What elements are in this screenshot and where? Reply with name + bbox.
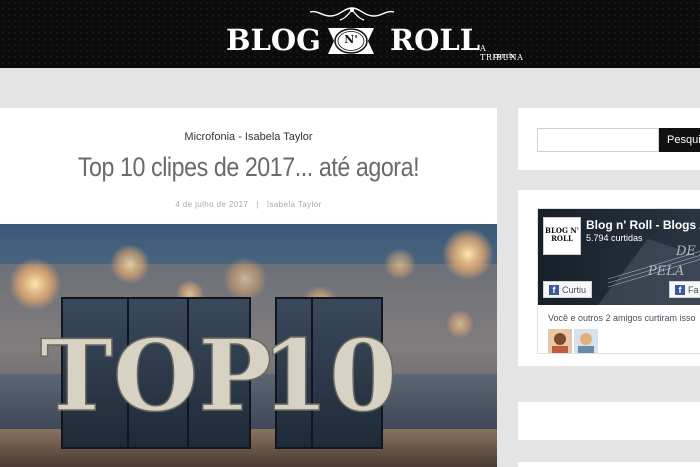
logo-flourish-icon [309, 7, 395, 21]
sidebar-widget-empty [518, 402, 700, 440]
logo-badge-text: N' [344, 33, 358, 46]
facebook-like-count: 5.794 curtidas [586, 233, 643, 243]
friend-avatar-1[interactable] [548, 329, 572, 353]
like-button-label: Curtiu [562, 284, 587, 295]
facebook-share-icon: f [675, 284, 685, 295]
facebook-like-button[interactable]: f Curtiu [543, 281, 593, 298]
post-meta: 4 de julho de 2017 | Isabela Taylor [0, 200, 497, 209]
post-date: 4 de julho de 2017 [175, 200, 249, 209]
image-text-ten: 10 [261, 319, 397, 434]
post-category[interactable]: Microfonia - Isabela Taylor [0, 131, 497, 143]
facebook-widget: DE A PELA BLOG N' ROLL Blog n' Roll - Bl… [518, 190, 700, 366]
post-author[interactable]: Isabela Taylor [267, 200, 322, 209]
cover-text-2: PELA [647, 264, 684, 279]
post-title[interactable]: Top 10 clipes de 2017... até agora! [35, 152, 462, 183]
friend-avatar-2[interactable] [574, 329, 598, 353]
logo-domain: .com.br [492, 53, 516, 60]
avatar-logo-text: BLOG N' ROLL [545, 226, 579, 243]
site-header: BLOG N' ROLL A TRIBUNA .com.br [0, 0, 700, 68]
facebook-icon: f [549, 284, 559, 295]
search-input[interactable] [537, 128, 659, 152]
post-featured-image[interactable]: TOP 10 [0, 224, 497, 467]
logo-text-roll: ROLL [390, 23, 481, 57]
sidebar-widget-empty-2 [518, 462, 700, 467]
facebook-page-avatar[interactable]: BLOG N' ROLL [543, 217, 581, 255]
facebook-page-plugin: DE A PELA BLOG N' ROLL Blog n' Roll - Bl… [537, 208, 700, 354]
facebook-page-name[interactable]: Blog n' Roll - Blogs A [586, 218, 700, 232]
share-button-label: Fa [688, 284, 699, 295]
site-logo[interactable]: BLOG N' ROLL A TRIBUNA .com.br [226, 6, 526, 64]
search-widget: Pesquis [518, 108, 700, 170]
post-card: Microfonia - Isabela Taylor Top 10 clipe… [0, 108, 497, 467]
facebook-friends-text: Você e outros 2 amigos curtiram isso [548, 313, 696, 323]
meta-separator: | [256, 200, 259, 209]
facebook-share-button[interactable]: f Fa [669, 281, 700, 298]
cover-text: DE A [675, 244, 700, 259]
search-button[interactable]: Pesquis [659, 128, 700, 152]
logo-text-blog: BLOG [226, 23, 321, 57]
image-text-top: TOP [40, 319, 272, 434]
